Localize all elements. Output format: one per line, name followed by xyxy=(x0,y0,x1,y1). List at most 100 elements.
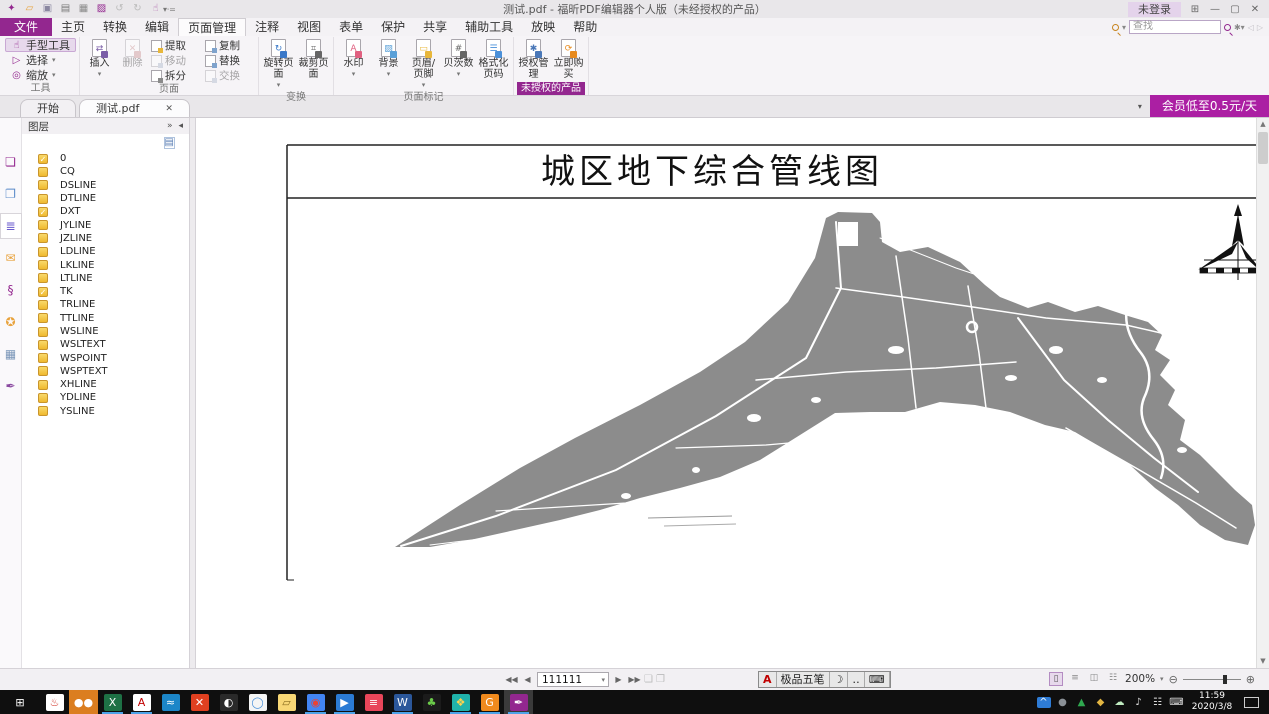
ribbon-button[interactable]: ▭ 页眉/页脚 ▾ xyxy=(407,38,440,91)
layer-visibility-checkbox[interactable] xyxy=(38,207,48,217)
settings-gear-icon[interactable]: ✱▾ xyxy=(1234,23,1245,32)
ribbon-button[interactable]: ✱ 授权管理 xyxy=(517,38,550,80)
search-icon[interactable] xyxy=(1224,24,1231,31)
layer-row[interactable]: LKLINE xyxy=(22,258,189,271)
layer-row[interactable]: LTLINE xyxy=(22,272,189,285)
tray-icon[interactable]: ☷ xyxy=(1148,697,1167,708)
menu-item[interactable]: 主页 xyxy=(52,18,94,36)
taskbar-app-icon[interactable]: ◯ xyxy=(243,690,272,714)
zoom-in-button[interactable]: ⊕ xyxy=(1246,673,1255,686)
zoom-dropdown-caret[interactable]: ▾ xyxy=(1160,675,1164,683)
taskbar-app-icon[interactable]: ≡ xyxy=(359,690,388,714)
zoom-slider-handle[interactable] xyxy=(1223,675,1227,684)
menu-item[interactable]: 表单 xyxy=(330,18,372,36)
layer-visibility-checkbox[interactable] xyxy=(38,154,48,164)
find-next-icon[interactable]: ▷ xyxy=(1257,23,1263,32)
scrollbar-thumb[interactable] xyxy=(1258,132,1268,164)
single-page-view-icon[interactable]: ▯ xyxy=(1049,672,1063,686)
taskbar-app-icon[interactable]: ≈ xyxy=(156,690,185,714)
ribbon-tool-item[interactable]: ☝ 手型工具 ▾ xyxy=(5,38,76,52)
layer-visibility-checkbox[interactable] xyxy=(38,340,48,350)
sidebar-panel-icon[interactable]: ❏ xyxy=(1,150,21,174)
sidebar-panel-icon[interactable]: § xyxy=(1,278,21,302)
taskbar-app-icon[interactable]: ●● xyxy=(69,690,98,714)
close-icon[interactable]: ✕ xyxy=(165,101,173,117)
quick-access-icon[interactable]: ▱ xyxy=(22,2,37,16)
continuous-view-icon[interactable]: ≡ xyxy=(1068,672,1082,686)
layer-row[interactable]: XHLINE xyxy=(22,378,189,391)
menu-item[interactable]: 共享 xyxy=(414,18,456,36)
layer-visibility-checkbox[interactable] xyxy=(38,194,48,204)
layer-row[interactable]: 0 xyxy=(22,152,189,165)
layer-row[interactable]: LDLINE xyxy=(22,245,189,258)
layer-row[interactable]: TRLINE xyxy=(22,298,189,311)
sidebar-panel-icon[interactable]: ✒ xyxy=(1,374,21,398)
tray-icon[interactable]: ♪ xyxy=(1129,697,1148,708)
pin-panel-icon[interactable]: ◂ xyxy=(178,121,183,131)
ribbon-small-button[interactable]: 移动 xyxy=(151,53,201,68)
menu-item[interactable]: 保护 xyxy=(372,18,414,36)
scroll-down-icon[interactable]: ▼ xyxy=(1257,655,1269,668)
ribbon-small-button[interactable]: 提取 xyxy=(151,38,201,53)
taskbar-app-icon[interactable]: X xyxy=(98,690,127,714)
window-button[interactable]: ▢ xyxy=(1225,2,1245,17)
layer-row[interactable]: TTLINE xyxy=(22,312,189,325)
layer-visibility-checkbox[interactable] xyxy=(38,167,48,177)
zoom-slider[interactable] xyxy=(1183,679,1241,680)
tray-icon[interactable]: ▲ xyxy=(1072,697,1091,708)
taskbar-app-icon[interactable]: ▱ xyxy=(272,690,301,714)
window-button[interactable]: ✕ xyxy=(1245,2,1265,17)
tab-list-caret[interactable]: ▾ xyxy=(1130,102,1150,111)
ribbon-button[interactable]: ✕ 删除 ▾ xyxy=(116,38,149,80)
taskbar-app-icon[interactable]: ⊞ xyxy=(0,690,40,714)
ime-keyboard-icon[interactable]: ⌨ xyxy=(865,672,890,687)
taskbar-app-icon[interactable]: ♣ xyxy=(417,690,446,714)
find-previous-icon[interactable]: ◁ xyxy=(1248,23,1254,32)
tray-icon[interactable]: ● xyxy=(1053,697,1072,708)
zoom-level-value[interactable]: 200% xyxy=(1125,673,1155,685)
menu-item[interactable]: 视图 xyxy=(288,18,330,36)
previous-page-button[interactable]: ◀ xyxy=(521,675,534,684)
window-button[interactable]: — xyxy=(1205,2,1225,17)
next-page-button[interactable]: ▶ xyxy=(612,675,625,684)
layer-row[interactable]: YDLINE xyxy=(22,391,189,404)
quick-access-icon[interactable]: ▦ xyxy=(76,2,91,16)
ribbon-button[interactable]: # 贝茨数 ▾ xyxy=(442,38,475,80)
quick-access-icon[interactable]: ▨ xyxy=(94,2,109,16)
taskbar-app-icon[interactable]: ◉ xyxy=(301,690,330,714)
ribbon-tool-item[interactable]: ▷ 选择 ▾ xyxy=(5,53,62,67)
layer-visibility-checkbox[interactable] xyxy=(38,260,48,270)
layer-visibility-checkbox[interactable] xyxy=(38,233,48,243)
layer-row[interactable]: DXT xyxy=(22,205,189,218)
sidebar-panel-icon[interactable]: ✉ xyxy=(1,246,21,270)
taskbar-clock[interactable]: 11:59 2020/3/8 xyxy=(1186,691,1238,713)
document-view[interactable]: 城区地下综合管线图 xyxy=(196,118,1256,668)
page-number-input[interactable]: 111111 ▾ xyxy=(537,672,609,687)
layer-visibility-checkbox[interactable] xyxy=(38,287,48,297)
ime-name[interactable]: 极品五笔 xyxy=(777,672,830,687)
login-button[interactable]: 未登录 xyxy=(1128,2,1181,17)
sidebar-panel-icon[interactable]: ✪ xyxy=(1,310,21,334)
tray-icon[interactable]: ⌨ xyxy=(1167,697,1186,708)
layer-visibility-checkbox[interactable] xyxy=(38,380,48,390)
menu-item[interactable]: 编辑 xyxy=(136,18,178,36)
layer-visibility-checkbox[interactable] xyxy=(38,220,48,230)
layer-visibility-checkbox[interactable] xyxy=(38,247,48,257)
document-tab[interactable]: 测试.pdf ✕ xyxy=(79,99,190,117)
action-center-icon[interactable] xyxy=(1244,697,1259,708)
menu-file[interactable]: 文件 xyxy=(0,18,52,36)
layer-visibility-checkbox[interactable] xyxy=(38,273,48,283)
tray-icon[interactable]: ^ xyxy=(1034,697,1053,708)
sidebar-panel-icon[interactable]: ❐ xyxy=(1,182,21,206)
layer-row[interactable]: DSLINE xyxy=(22,179,189,192)
previous-view-icon[interactable]: ❏ xyxy=(644,674,653,685)
taskbar-app-icon[interactable]: ❖ xyxy=(446,690,475,714)
collapse-panel-icon[interactable]: » xyxy=(167,121,173,131)
layer-visibility-checkbox[interactable] xyxy=(38,393,48,403)
layer-visibility-checkbox[interactable] xyxy=(38,353,48,363)
layer-row[interactable]: DTLINE xyxy=(22,192,189,205)
find-dropdown-caret[interactable]: ▾ xyxy=(1122,23,1126,32)
quick-access-icon[interactable]: ▤ xyxy=(58,2,73,16)
customize-toolbar-icon[interactable]: ⸱= xyxy=(167,4,176,15)
ribbon-button[interactable]: ↻ 旋转页面 ▾ xyxy=(262,38,295,91)
